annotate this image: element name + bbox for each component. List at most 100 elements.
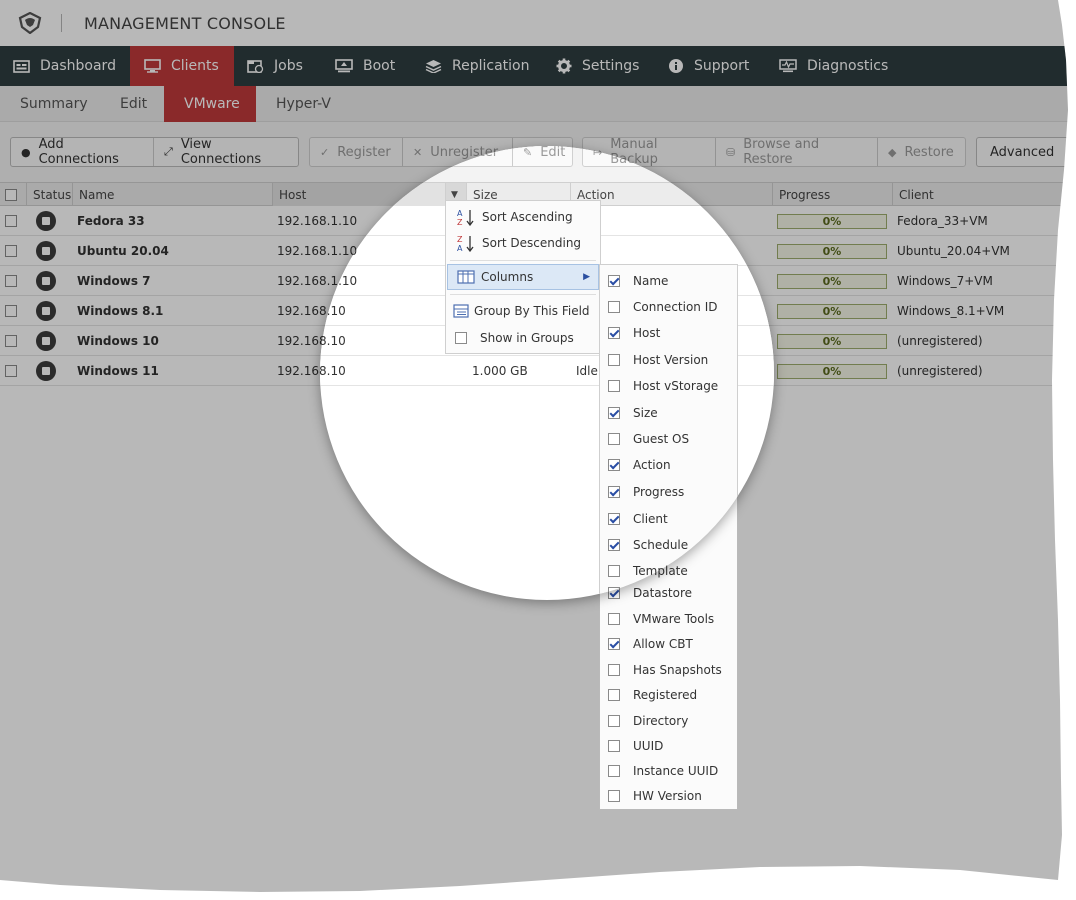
column-option-host-version[interactable]: Host Version bbox=[600, 350, 737, 370]
button-label: Register bbox=[337, 146, 391, 160]
host-cell: 192.168.1.10 bbox=[320, 274, 358, 288]
column-option-label: Instance UUID bbox=[633, 764, 719, 778]
register-button[interactable]: ✓ Register bbox=[320, 146, 402, 166]
column-option-label: VMware Tools bbox=[633, 612, 715, 626]
column-option-label: HW Version bbox=[633, 789, 702, 803]
column-checkbox[interactable] bbox=[608, 740, 620, 752]
button-label: Browse and Restore bbox=[743, 146, 774, 167]
manual-backup-button[interactable]: ↦ Manual Backup bbox=[583, 146, 715, 167]
column-checkbox[interactable] bbox=[608, 354, 620, 366]
backup-icon: ↦ bbox=[593, 146, 603, 159]
menu-label: Columns bbox=[481, 270, 534, 284]
size-cell: 1.000 GB bbox=[472, 364, 528, 378]
pencil-icon: ✎ bbox=[523, 146, 533, 159]
column-option-label: Guest OS bbox=[633, 432, 690, 446]
column-checkbox[interactable] bbox=[608, 433, 620, 445]
sort-descending-item[interactable]: ZA Sort Descending bbox=[446, 230, 600, 256]
menu-label: Group By This Field bbox=[474, 304, 590, 318]
columns-icon bbox=[457, 270, 475, 284]
column-option-guest-os[interactable]: Guest OS bbox=[600, 429, 737, 449]
column-option-host-vstorage[interactable]: Host vStorage bbox=[600, 376, 737, 396]
column-option-label: Directory bbox=[633, 714, 689, 728]
svg-text:Z: Z bbox=[457, 235, 463, 244]
menu-separator bbox=[450, 294, 596, 295]
column-checkbox[interactable] bbox=[608, 664, 620, 676]
column-checkbox[interactable] bbox=[608, 275, 620, 287]
column-checkbox[interactable] bbox=[608, 513, 620, 525]
column-option-host[interactable]: Host bbox=[600, 323, 737, 343]
column-checkbox[interactable] bbox=[608, 765, 620, 777]
column-option-template[interactable]: Template bbox=[600, 561, 737, 581]
column-option-label: Action bbox=[633, 458, 671, 472]
column-option-client[interactable]: Client bbox=[600, 509, 737, 529]
column-option-hw-version[interactable]: HW Version bbox=[600, 786, 737, 806]
column-checkbox[interactable] bbox=[608, 587, 620, 599]
column-option-has-snapshots[interactable]: Has Snapshots bbox=[600, 660, 737, 680]
column-checkbox[interactable] bbox=[608, 327, 620, 339]
column-option-size[interactable]: Size bbox=[600, 403, 737, 423]
svg-text:A: A bbox=[457, 244, 463, 252]
host-cell: 192.168.10 bbox=[320, 334, 346, 348]
magnifier-lens: MANAGEMENT CONSOLE Dashboard Clients Job… bbox=[320, 146, 774, 600]
header-progress[interactable]: Progress bbox=[772, 183, 774, 206]
column-checkbox[interactable] bbox=[608, 301, 620, 313]
menu-label: Sort Ascending bbox=[482, 210, 573, 224]
column-option-label: Host bbox=[633, 326, 661, 340]
column-checkbox[interactable] bbox=[608, 565, 620, 577]
column-option-label: Size bbox=[633, 406, 658, 420]
column-option-uuid[interactable]: UUID bbox=[600, 736, 737, 756]
column-option-name[interactable]: Name bbox=[600, 271, 737, 291]
column-option-instance-uuid[interactable]: Instance UUID bbox=[600, 761, 737, 781]
svg-text:A: A bbox=[457, 209, 463, 218]
column-option-datastore[interactable]: Datastore bbox=[600, 583, 737, 600]
column-option-label: Schedule bbox=[633, 538, 689, 552]
sort-ascending-icon: AZ bbox=[457, 209, 474, 226]
group-icon bbox=[453, 304, 469, 318]
register-group: ✓ Register ✕ Unregister ✎ Edit bbox=[320, 146, 573, 167]
menu-label: Sort Descending bbox=[482, 236, 582, 250]
show-in-groups-checkbox[interactable] bbox=[455, 332, 467, 344]
group-by-field-item[interactable]: Group By This Field bbox=[446, 298, 600, 324]
sort-ascending-item[interactable]: AZ Sort Ascending bbox=[446, 204, 600, 230]
show-in-groups-item[interactable]: Show in Groups bbox=[446, 325, 600, 351]
browse-icon: ⛁ bbox=[726, 146, 736, 159]
edit-button[interactable]: ✎ Edit bbox=[512, 146, 572, 166]
column-option-label: Host vStorage bbox=[633, 379, 719, 393]
browse-restore-button[interactable]: ⛁ Browse and Restore bbox=[715, 146, 774, 167]
column-option-label: Host Version bbox=[633, 353, 709, 367]
check-icon: ✓ bbox=[320, 146, 330, 159]
column-checkbox[interactable] bbox=[608, 539, 620, 551]
column-option-label: Datastore bbox=[633, 586, 693, 600]
backup-group: ↦Manual Backup ⛁Browse and Restore ◆Rest… bbox=[582, 146, 774, 167]
action-cell: Idle bbox=[576, 364, 598, 378]
column-checkbox[interactable] bbox=[608, 380, 620, 392]
column-checkbox[interactable] bbox=[608, 689, 620, 701]
column-checkbox[interactable] bbox=[608, 407, 620, 419]
column-checkbox[interactable] bbox=[608, 613, 620, 625]
column-checkbox[interactable] bbox=[608, 790, 620, 802]
column-option-connection-id[interactable]: Connection ID bbox=[600, 297, 737, 317]
columns-item[interactable]: Columns ▶ bbox=[447, 264, 599, 290]
column-option-label: Registered bbox=[633, 688, 698, 702]
column-option-label: Connection ID bbox=[633, 300, 718, 314]
x-icon: ✕ bbox=[413, 146, 423, 159]
column-option-action[interactable]: Action bbox=[600, 455, 737, 475]
column-option-label: Progress bbox=[633, 485, 685, 499]
column-option-schedule[interactable]: Schedule bbox=[600, 535, 737, 555]
column-checkbox[interactable] bbox=[608, 459, 620, 471]
host-cell: 192.168.1.10 bbox=[320, 244, 358, 258]
unregister-button[interactable]: ✕ Unregister bbox=[402, 146, 512, 166]
magnified-layer: MANAGEMENT CONSOLE Dashboard Clients Job… bbox=[320, 146, 774, 600]
column-checkbox[interactable] bbox=[608, 638, 620, 650]
column-checkbox[interactable] bbox=[608, 486, 620, 498]
column-context-menu: AZSort Ascending ZASort Descending Colum… bbox=[445, 200, 601, 354]
page: MANAGEMENT CONSOLE Dashboard Clients Job… bbox=[0, 0, 1076, 900]
column-option-allow-cbt[interactable]: Allow CBT bbox=[600, 634, 737, 654]
column-checkbox[interactable] bbox=[608, 715, 620, 727]
column-option-progress[interactable]: Progress bbox=[600, 482, 737, 502]
column-option-directory[interactable]: Directory bbox=[600, 711, 737, 731]
column-option-label: Allow CBT bbox=[633, 637, 693, 651]
column-option-registered[interactable]: Registered bbox=[600, 685, 737, 705]
button-label: Edit bbox=[540, 146, 566, 160]
column-option-vmware-tools[interactable]: VMware Tools bbox=[600, 609, 737, 629]
